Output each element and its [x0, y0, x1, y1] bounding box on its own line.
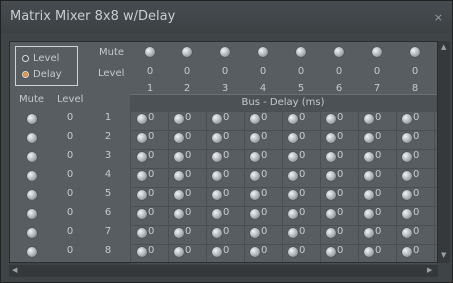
input-mute-knob[interactable] [27, 247, 37, 257]
grid-col-line [396, 111, 397, 262]
input-mute-header: Mute [19, 94, 45, 105]
input-level-value[interactable]: 0 [67, 188, 73, 199]
bus-level-value[interactable]: 0 [260, 66, 266, 77]
input-level-value[interactable]: 0 [67, 112, 73, 123]
bus-level-value[interactable]: 0 [298, 66, 304, 77]
bus-level-value[interactable]: 0 [147, 66, 153, 77]
input-number: 1 [104, 112, 112, 123]
bus-level-value[interactable]: 0 [184, 66, 190, 77]
grid-col-line [130, 111, 131, 262]
bus-level-value[interactable]: 0 [374, 66, 380, 77]
bus-number: 3 [221, 83, 229, 94]
bus-mute-knob[interactable] [220, 47, 230, 57]
grid-row-line [130, 187, 437, 188]
scroll-left-icon[interactable]: ◀ [12, 266, 17, 274]
grid-col-line [168, 111, 169, 262]
scroll-right-icon[interactable]: ▶ [427, 266, 432, 274]
grid-col-line [282, 111, 283, 262]
matrix-mixer-window: Matrix Mixer 8x8 w/Delay × Level Delay M… [0, 0, 453, 283]
bus-mute-label: Mute [99, 47, 125, 58]
scroll-down-icon[interactable]: ▼ [441, 251, 446, 259]
input-number: 6 [104, 207, 112, 218]
grid-col-line [320, 111, 321, 262]
input-level-value[interactable]: 0 [67, 169, 73, 180]
close-icon[interactable]: × [434, 11, 443, 24]
bus-mute-knob[interactable] [372, 47, 382, 57]
bus-level-value[interactable]: 0 [412, 66, 418, 77]
input-mute-knob[interactable] [27, 114, 37, 124]
grid-row-line [130, 130, 437, 131]
bus-level-value[interactable]: 0 [336, 66, 342, 77]
bus-mute-knob[interactable] [258, 47, 268, 57]
bus-mute-knob[interactable] [296, 47, 306, 57]
bus-number: 2 [183, 83, 191, 94]
radio-level[interactable] [22, 55, 29, 62]
grid-row-line [130, 225, 437, 226]
vertical-scrollbar[interactable]: ▲ ▼ [438, 41, 450, 263]
grid-row-line [130, 149, 437, 150]
bus-number: 8 [411, 83, 419, 94]
input-number: 5 [104, 188, 112, 199]
radio-level-label: Level [33, 53, 60, 64]
input-level-value[interactable]: 0 [67, 207, 73, 218]
input-mute-knob[interactable] [27, 171, 37, 181]
bus-mute-knob[interactable] [182, 47, 192, 57]
mixer-panel: Level Delay Mute Level Mute Level Bus - … [9, 41, 438, 264]
grid-row-line [130, 206, 437, 207]
grid-col-line [206, 111, 207, 262]
input-mute-knob[interactable] [27, 152, 37, 162]
input-mute-knob[interactable] [27, 133, 37, 143]
input-mute-knob[interactable] [27, 209, 37, 219]
grid-col-line [358, 111, 359, 262]
grid-row-line [130, 111, 437, 112]
bus-number: 4 [259, 83, 267, 94]
scroll-up-icon[interactable]: ▲ [441, 43, 446, 51]
input-number: 8 [104, 245, 112, 256]
window-title: Matrix Mixer 8x8 w/Delay [10, 9, 176, 24]
grid-row-line [130, 168, 437, 169]
input-number: 7 [104, 226, 112, 237]
input-level-header: Level [57, 94, 84, 105]
input-mute-knob[interactable] [27, 190, 37, 200]
input-number: 4 [104, 169, 112, 180]
input-number: 2 [104, 131, 112, 142]
bus-number: 5 [297, 83, 305, 94]
bus-level-label: Level [98, 68, 125, 79]
bus-number: 1 [146, 83, 154, 94]
grid-row-line [130, 244, 437, 245]
bus-mute-knob[interactable] [145, 47, 155, 57]
input-level-value[interactable]: 0 [67, 150, 73, 161]
mode-selector: Level Delay [15, 46, 78, 86]
input-level-value[interactable]: 0 [67, 226, 73, 237]
input-level-value[interactable]: 0 [67, 131, 73, 142]
grid-col-line [434, 111, 435, 262]
delay-grid [130, 111, 437, 264]
input-number: 3 [104, 150, 112, 161]
radio-delay[interactable] [22, 71, 29, 78]
title-bar: Matrix Mixer 8x8 w/Delay × [1, 1, 452, 33]
input-level-value[interactable]: 0 [67, 245, 73, 256]
bus-number: 7 [373, 83, 381, 94]
bus-title: Bus - Delay (ms) [241, 97, 325, 108]
bus-mute-knob[interactable] [334, 47, 344, 57]
radio-delay-label: Delay [33, 69, 62, 80]
grid-col-line [244, 111, 245, 262]
bus-number: 6 [335, 83, 343, 94]
bus-mute-knob[interactable] [410, 47, 420, 57]
horizontal-scrollbar[interactable]: ◀ ▶ [9, 265, 438, 277]
bus-level-value[interactable]: 0 [222, 66, 228, 77]
bus-header-bar: Bus - Delay (ms) [130, 94, 437, 111]
input-mute-knob[interactable] [27, 228, 37, 238]
grid-row-line [130, 263, 437, 264]
